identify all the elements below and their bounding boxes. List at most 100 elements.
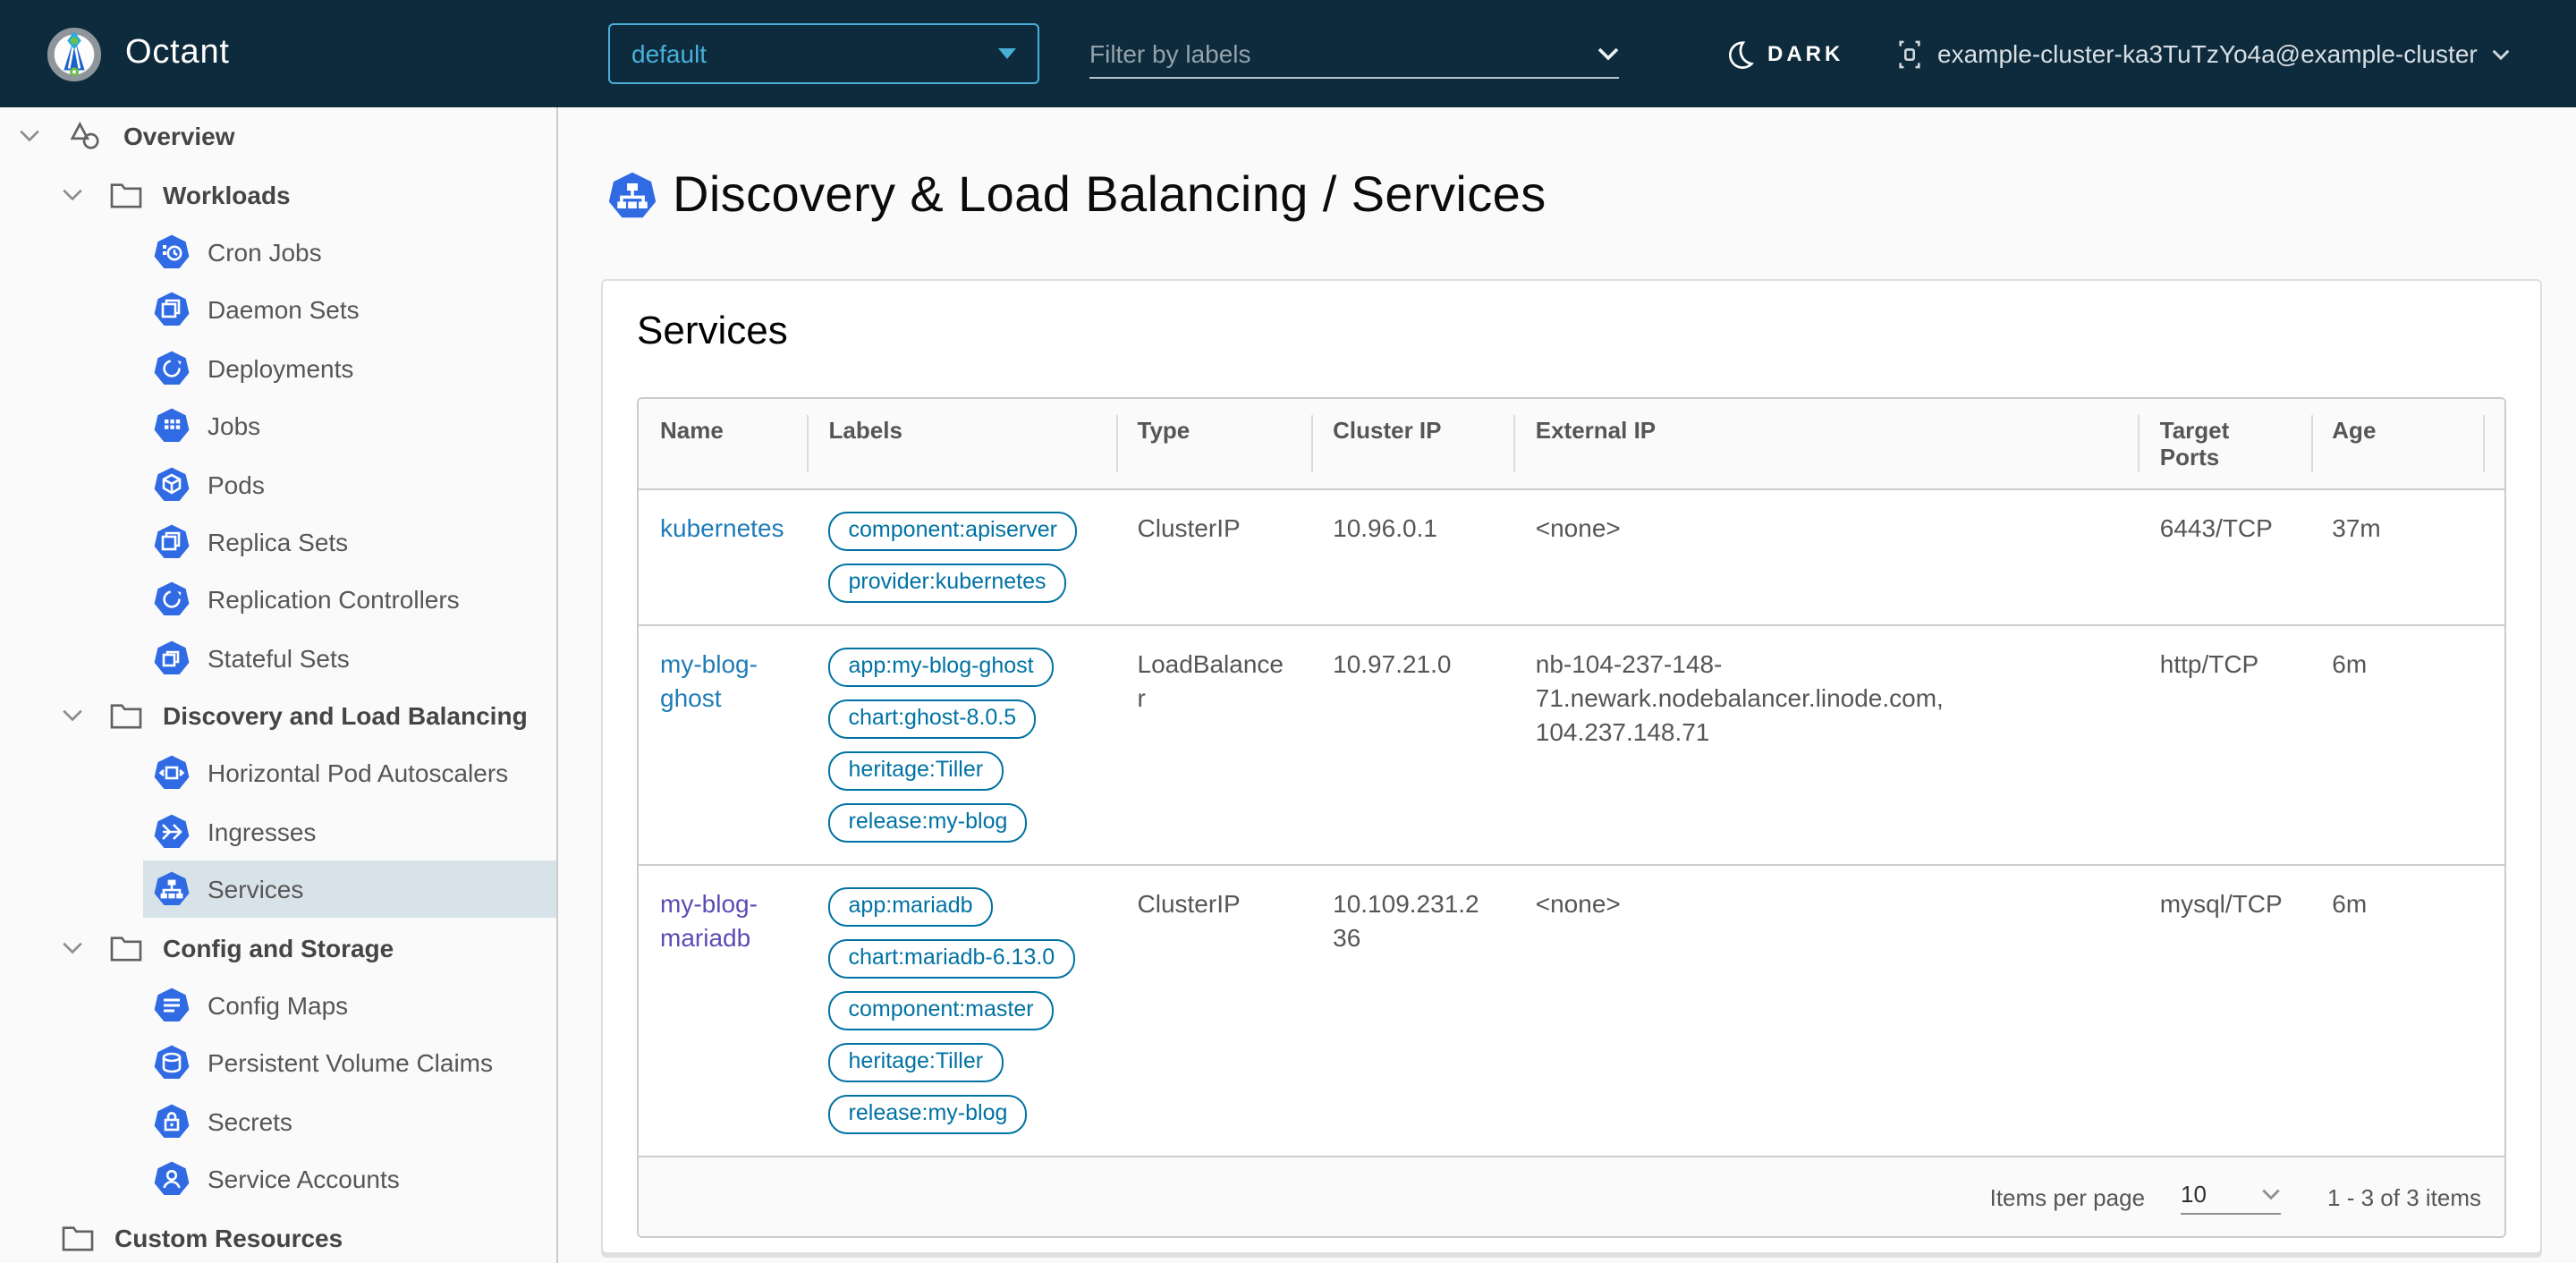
sidebar-item-label: Daemon Sets xyxy=(208,295,360,325)
age: 6m xyxy=(2332,649,2368,678)
label-badge[interactable]: heritage:Tiller xyxy=(828,751,1004,791)
chevron-down-icon[interactable] xyxy=(61,708,84,723)
sidebar-item-deployments[interactable]: Deployments xyxy=(143,339,556,397)
folder-icon xyxy=(109,933,143,962)
services-page-icon xyxy=(608,171,657,219)
label-badge[interactable]: chart:mariadb-6.13.0 xyxy=(828,939,1075,979)
cluster-ip: 10.97.21.0 xyxy=(1333,649,1452,678)
statefulset-icon xyxy=(154,640,190,675)
chevron-down-icon[interactable] xyxy=(61,940,84,954)
sidebar-item-label: Custom Resources xyxy=(114,1223,343,1252)
context-name: example-cluster-ka3TuTzYo4a@example-clus… xyxy=(1937,39,2478,68)
table-row: kubernetes component:apiserver provider:ku… xyxy=(639,489,2504,625)
sidebar-item-pods[interactable]: Pods xyxy=(143,455,556,513)
column-header-spacer xyxy=(2482,399,2504,489)
sidebar-item-label: Ingresses xyxy=(208,817,317,846)
column-header-age[interactable]: Age xyxy=(2310,399,2483,489)
table-footer: Items per page 10 1 - 3 of 3 items xyxy=(639,1156,2504,1236)
theme-toggle-button[interactable]: DARK xyxy=(1724,0,1843,107)
cluster-ip: 10.109.231.236 xyxy=(1333,889,1479,952)
sidebar-item-jobs[interactable]: Jobs xyxy=(143,397,556,455)
sidebar-item-daemon-sets[interactable]: Daemon Sets xyxy=(143,281,556,339)
chevron-down-icon[interactable] xyxy=(61,187,84,201)
sidebar-item-replication-controllers[interactable]: Replication Controllers xyxy=(143,571,556,629)
sidebar-item-label: Pods xyxy=(208,470,265,499)
ingress-icon xyxy=(154,814,190,850)
items-per-page-label: Items per page xyxy=(1989,1183,2146,1210)
rc-icon xyxy=(154,582,190,618)
sidebar-item-horizontal-pod-autoscalers[interactable]: Horizontal Pod Autoscalers xyxy=(143,745,556,803)
sidebar-item-label: Workloads xyxy=(163,180,291,209)
sidebar-item-secrets[interactable]: Secrets xyxy=(143,1092,556,1150)
sidebar-item-label: Config and Storage xyxy=(163,933,394,962)
cronjob-icon xyxy=(154,234,190,270)
external-ip: nb-104-237-148-71.newark.nodebalancer.li… xyxy=(1535,649,1944,746)
sidebar-item-service-accounts[interactable]: Service Accounts xyxy=(143,1150,556,1208)
sidebar-item-label: Cron Jobs xyxy=(208,237,322,267)
label-badge[interactable]: heritage:Tiller xyxy=(828,1043,1004,1082)
moon-icon xyxy=(1724,38,1755,69)
age: 6m xyxy=(2332,889,2368,918)
context-chevron-down-icon xyxy=(2492,47,2510,60)
label-badge[interactable]: component:master xyxy=(828,991,1054,1030)
service-name-link[interactable]: kubernetes xyxy=(660,513,784,542)
sidebar-item-replica-sets[interactable]: Replica Sets xyxy=(143,513,556,571)
sidebar-item-workloads[interactable]: Workloads xyxy=(0,165,556,224)
items-per-page-select[interactable]: 10 xyxy=(2181,1180,2282,1214)
sidebar-item-custom-resources[interactable]: Custom Resources xyxy=(0,1208,556,1263)
table-row: my-blog-mariadb app:mariadb chart:mariadb-… xyxy=(639,865,2504,1156)
services-card: Services Name Labels Type Cluster IP Externa… xyxy=(601,279,2542,1254)
items-per-page-value: 10 xyxy=(2181,1180,2207,1207)
sidebar-item-stateful-sets[interactable]: Stateful Sets xyxy=(143,629,556,687)
sidebar-item-cron-jobs[interactable]: Cron Jobs xyxy=(143,224,556,282)
service-name-link[interactable]: my-blog-ghost xyxy=(660,649,758,712)
external-ip: <none> xyxy=(1535,513,1621,542)
column-header-type[interactable]: Type xyxy=(1115,399,1312,489)
sidebar-item-label: Service Accounts xyxy=(208,1165,400,1194)
sidebar-item-config-maps[interactable]: Config Maps xyxy=(143,977,556,1035)
sidebar-item-label: Config Maps xyxy=(208,991,349,1021)
column-header-name[interactable]: Name xyxy=(639,399,808,489)
sidebar-item-overview[interactable]: Overview xyxy=(0,107,556,165)
column-header-cluster-ip[interactable]: Cluster IP xyxy=(1311,399,1514,489)
chevron-down-icon[interactable] xyxy=(18,129,41,143)
column-header-external-ip[interactable]: External IP xyxy=(1513,399,2139,489)
service-type: LoadBalancer xyxy=(1137,649,1284,712)
sidebar-item-label: Persistent Volume Claims xyxy=(208,1048,494,1078)
page-title: Discovery & Load Balancing / Services xyxy=(673,166,1546,222)
label-badge[interactable]: app:my-blog-ghost xyxy=(828,648,1054,687)
sidebar-item-ingresses[interactable]: Ingresses xyxy=(143,802,556,860)
label-badge[interactable]: release:my-blog xyxy=(828,1095,1028,1134)
objects-icon xyxy=(66,120,104,152)
service-name-link[interactable]: my-blog-mariadb xyxy=(660,889,758,952)
label-badge[interactable]: provider:kubernetes xyxy=(828,564,1066,603)
label-badge[interactable]: release:my-blog xyxy=(828,803,1028,843)
namespace-selector[interactable]: default xyxy=(608,23,1039,84)
sidebar-item-label: Replica Sets xyxy=(208,527,349,556)
sidebar-item-config-and-storage[interactable]: Config and Storage xyxy=(0,919,556,977)
column-header-target-ports[interactable]: Target Ports xyxy=(2138,399,2311,489)
sidebar-item-persistent-volume-claims[interactable]: Persistent Volume Claims xyxy=(143,1035,556,1093)
column-header-labels[interactable]: Labels xyxy=(807,399,1116,489)
theme-toggle-label: DARK xyxy=(1767,41,1844,66)
pvc-icon xyxy=(154,1046,190,1081)
label-badge[interactable]: component:apiserver xyxy=(828,512,1077,551)
filter-chevron-down-icon[interactable] xyxy=(1597,46,1619,60)
sidebar-item-discovery-and-load-balancing[interactable]: Discovery and Load Balancing xyxy=(0,687,556,745)
context-selector[interactable]: example-cluster-ka3TuTzYo4a@example-clus… xyxy=(1896,0,2510,107)
target-ports: http/TCP xyxy=(2159,649,2259,678)
sidebar-item-label: Overview xyxy=(123,122,235,151)
service-icon xyxy=(154,872,190,908)
card-title: Services xyxy=(637,308,788,352)
spacer-cell xyxy=(2483,865,2504,1156)
label-badge[interactable]: chart:ghost-8.0.5 xyxy=(828,699,1037,739)
service-type: ClusterIP xyxy=(1137,513,1241,542)
octant-logo-icon xyxy=(47,26,102,81)
sidebar-item-label: Discovery and Load Balancing xyxy=(163,701,528,731)
label-filter-input[interactable]: Filter by labels xyxy=(1089,29,1619,79)
label-badge[interactable]: app:mariadb xyxy=(828,887,993,927)
configmap-icon xyxy=(154,988,190,1023)
sidebar-item-services[interactable]: Services xyxy=(143,860,556,919)
replicaset-icon xyxy=(154,524,190,560)
sidebar-item-label: Services xyxy=(208,875,304,904)
